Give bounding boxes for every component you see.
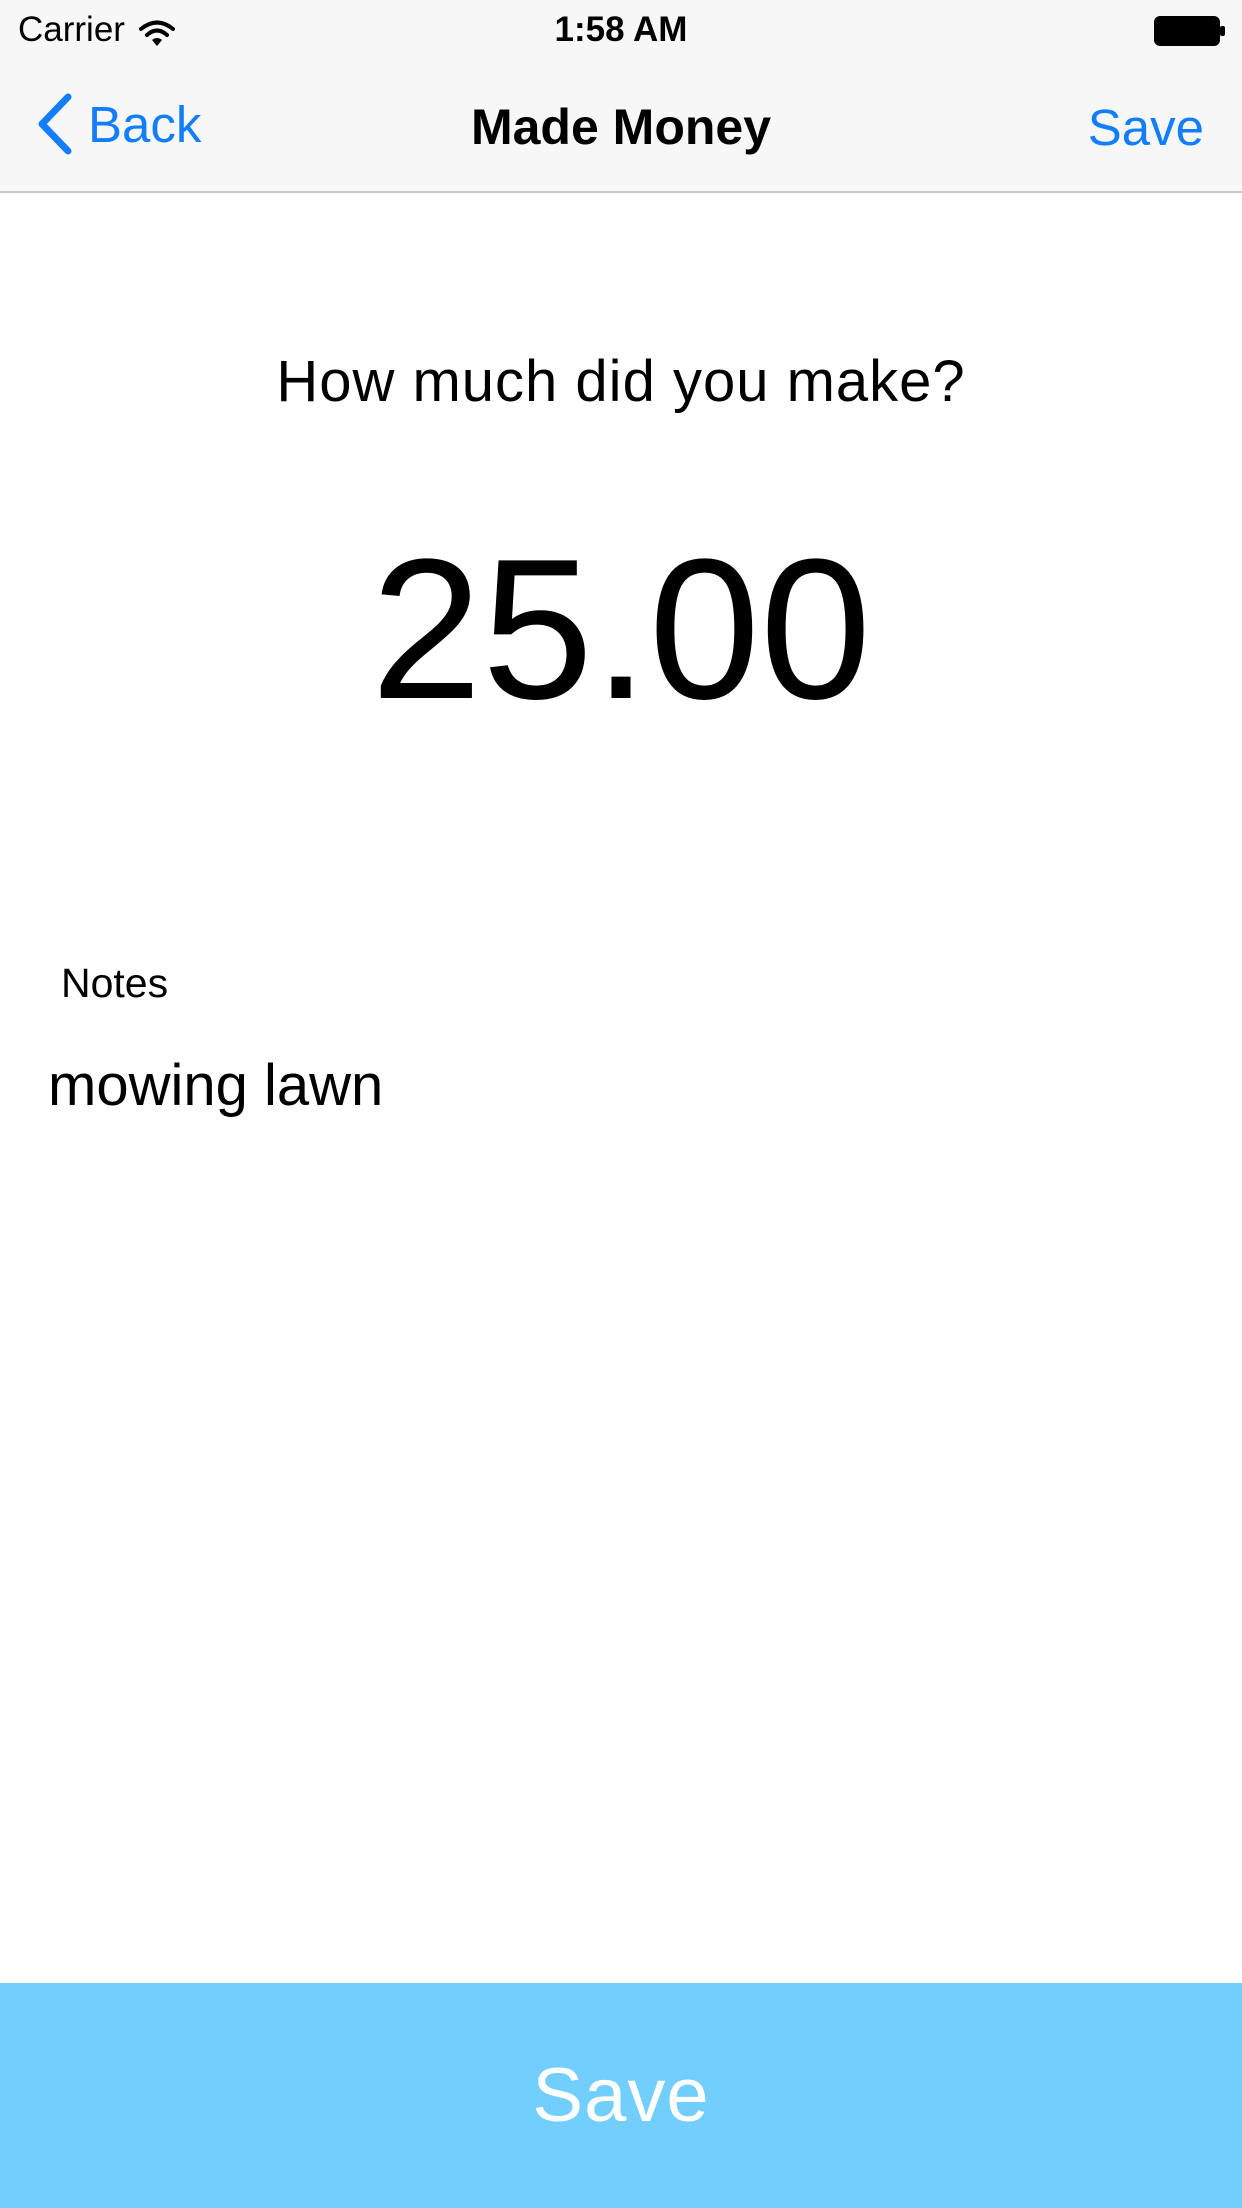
amount-prompt: How much did you make? xyxy=(276,349,966,414)
page-title: Made Money xyxy=(470,99,772,155)
notes-field[interactable] xyxy=(40,1045,1216,1125)
notes-label: Notes xyxy=(61,960,169,1006)
status-time: 1:58 AM xyxy=(554,10,688,49)
save-button-label: Save xyxy=(532,2053,710,2138)
top-bars: Carrier 1:58 AM Back Made Money Save xyxy=(0,0,1242,193)
status-bar: Carrier 1:58 AM xyxy=(0,0,1242,60)
nav-bar: Back Made Money Save xyxy=(0,60,1242,191)
save-button[interactable]: Save xyxy=(0,1983,1242,2208)
screen: Carrier 1:58 AM Back Made Money Save How… xyxy=(0,0,1242,2208)
battery-full-icon xyxy=(1154,16,1226,46)
nav-save-button[interactable]: Save xyxy=(1088,98,1204,157)
amount-input[interactable]: 25.00 xyxy=(0,530,1242,730)
